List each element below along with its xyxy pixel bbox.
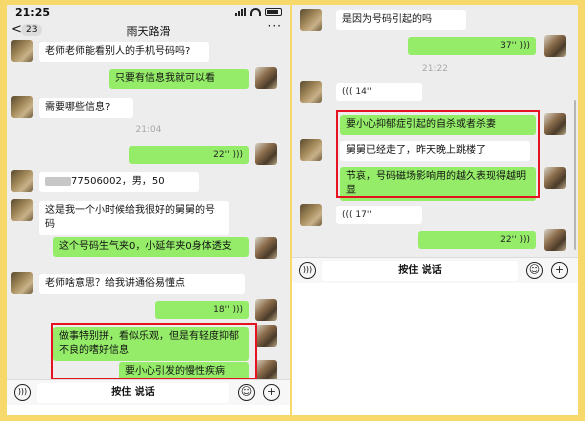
voice-duration: 22''	[500, 235, 517, 245]
status-icons	[235, 8, 282, 16]
bottom-area	[7, 405, 290, 415]
highlight-box	[336, 110, 540, 198]
voice-duration: 18''	[213, 305, 230, 315]
voice-wave-icon: (((	[342, 87, 353, 97]
message-bubble[interactable]: 老师老师能看别人的手机号码吗?	[39, 42, 209, 62]
message-bubble[interactable]: 需要哪些信息?	[39, 98, 133, 118]
hold-to-talk-button[interactable]: 按住 说话	[37, 383, 229, 403]
avatar[interactable]	[11, 199, 33, 221]
emoji-icon[interactable]: ☺	[238, 384, 255, 401]
right-chat-screenshot: 是因为号码引起的吗 37'' ))) 21:22 ((( 14'' 要小心抑郁症…	[292, 5, 578, 415]
signal-icon	[235, 8, 246, 16]
message-bubble[interactable]: 这个号码生气夹0，小延年夹0身体透支	[53, 237, 249, 257]
plus-icon[interactable]: +	[551, 262, 568, 279]
voice-duration: 17''	[355, 210, 372, 220]
message-bubble[interactable]: 只要有信息我就可以看	[109, 69, 249, 89]
avatar[interactable]	[255, 237, 277, 259]
message-bubble[interactable]: 是因为号码引起的吗	[336, 10, 466, 30]
timestamp: 21:22	[422, 64, 448, 74]
input-bar: ))) 按住 说话 ☺ +	[292, 257, 578, 283]
voice-message[interactable]: 22'' )))	[129, 146, 249, 164]
input-bar: ))) 按住 说话 ☺ +	[7, 379, 290, 405]
voice-toggle-icon[interactable]: )))	[14, 384, 31, 401]
battery-icon	[265, 8, 282, 16]
wifi-icon	[250, 8, 261, 16]
chat-header: < 23 雨天路滑 ···	[7, 19, 290, 40]
scrollbar[interactable]	[574, 100, 576, 250]
voice-wave-icon: )))	[519, 235, 530, 245]
avatar[interactable]	[544, 113, 566, 135]
avatar[interactable]	[11, 96, 33, 118]
voice-wave-icon: )))	[519, 41, 530, 51]
status-time: 21:25	[15, 6, 51, 19]
avatar[interactable]	[544, 35, 566, 57]
voice-message[interactable]: ((( 14''	[336, 83, 422, 101]
avatar[interactable]	[255, 67, 277, 89]
highlight-box	[51, 323, 257, 380]
avatar[interactable]	[11, 40, 33, 62]
message-bubble[interactable]: 77506002，男，50	[39, 172, 199, 192]
voice-duration: 37''	[500, 41, 517, 51]
avatar[interactable]	[255, 143, 277, 165]
avatar[interactable]	[300, 81, 322, 103]
empty-area	[292, 283, 578, 415]
avatar[interactable]	[255, 299, 277, 321]
hold-to-talk-button[interactable]: 按住 说话	[322, 261, 518, 281]
message-bubble[interactable]: 老师啥意思？给我讲通俗易懂点	[39, 274, 245, 294]
voice-message[interactable]: 22'' )))	[418, 231, 536, 249]
avatar[interactable]	[544, 167, 566, 189]
avatar[interactable]	[544, 229, 566, 251]
voice-message[interactable]: ((( 17''	[336, 206, 422, 224]
avatar[interactable]	[300, 9, 322, 31]
voice-message[interactable]: 37'' )))	[408, 37, 536, 55]
voice-message[interactable]: 18'' )))	[155, 301, 249, 319]
avatar[interactable]	[11, 170, 33, 192]
voice-duration: 22''	[213, 150, 230, 160]
timestamp: 21:04	[135, 125, 162, 135]
left-chat-screenshot: 21:25 < 23 雨天路滑 ··· 老师老师能看别人的手机号码吗? 只要有信…	[7, 5, 290, 415]
avatar[interactable]	[11, 272, 33, 294]
voice-wave-icon: (((	[342, 210, 353, 220]
voice-wave-icon: )))	[232, 150, 243, 160]
avatar[interactable]	[300, 204, 322, 226]
message-bubble[interactable]: 这是我一个小时候给我很好的舅舅的号码	[39, 201, 229, 235]
blurred-number	[45, 176, 71, 186]
chat-title: 雨天路滑	[126, 25, 171, 38]
message-text: 77506002，男，50	[71, 176, 165, 187]
avatar[interactable]	[300, 139, 322, 161]
more-icon[interactable]: ···	[268, 19, 282, 33]
emoji-icon[interactable]: ☺	[526, 262, 543, 279]
voice-toggle-icon[interactable]: )))	[299, 262, 316, 279]
status-bar: 21:25	[7, 5, 290, 21]
avatar[interactable]	[255, 325, 277, 347]
voice-wave-icon: )))	[232, 305, 243, 315]
plus-icon[interactable]: +	[263, 384, 280, 401]
voice-duration: 14''	[355, 87, 372, 97]
